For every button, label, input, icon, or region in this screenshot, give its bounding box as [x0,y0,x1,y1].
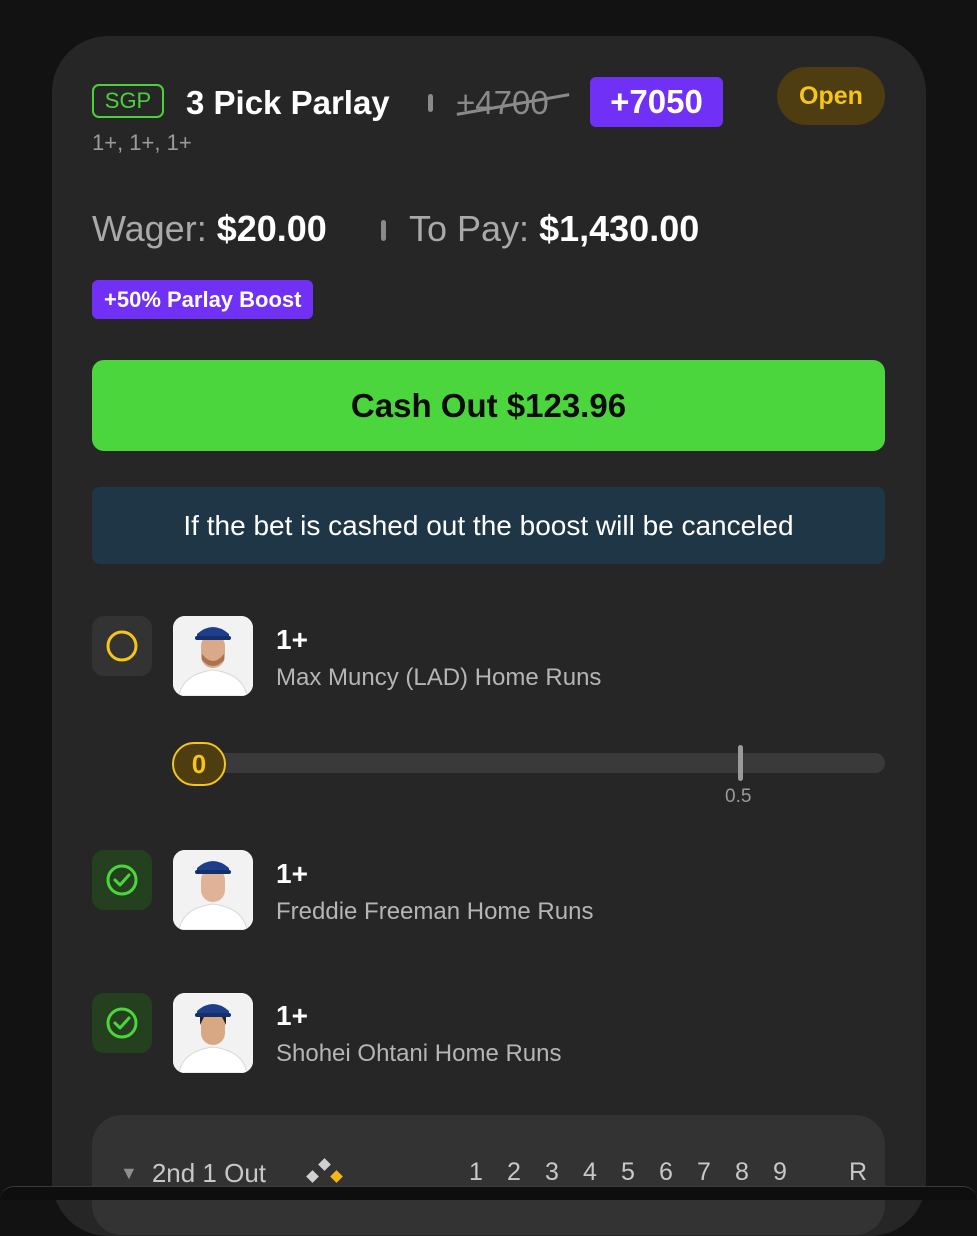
bet-subtitle: 1+, 1+, 1+ [92,130,192,155]
inning-col-7: 7 [697,1158,711,1186]
bottom-sheet-edge [0,1186,977,1200]
inning-col-4: 4 [583,1158,597,1186]
to-pay-value: $1,430.00 [539,208,700,249]
inning-status[interactable]: ▼ 2nd 1 Out [120,1158,266,1189]
target-label: 0.5 [725,786,752,807]
inning-col-6: 6 [659,1158,673,1186]
player-photo [173,616,253,696]
leg-2-line: 1+ [276,858,308,889]
title-divider [428,94,433,112]
parlay-boost-badge: +50% Parlay Boost [92,280,314,319]
player-avatar-muncy [173,616,253,696]
leg-1-status [92,616,152,676]
inning-col-5: 5 [621,1158,635,1186]
leg-1-description: Max Muncy (LAD) Home Runs [276,664,602,691]
to-pay-label: To Pay: [409,208,530,249]
inning-col-1: 1 [469,1158,483,1186]
leg-3-status [92,993,152,1053]
player-photo [173,850,253,930]
sgp-badge: SGP [92,84,164,118]
inning-col-9: 9 [773,1158,787,1186]
triangle-down-icon: ▼ [120,1163,138,1183]
leg-1-line: 1+ [276,624,308,655]
boosted-odds: +7050 [590,77,723,127]
target-tick [738,745,743,781]
to-pay: To Pay: $1,430.00 [409,208,699,250]
inning-col-2: 2 [507,1158,521,1186]
player-avatar-freeman [173,850,253,930]
cash-out-button[interactable]: Cash Out $123.96 [92,360,885,451]
wager-value: $20.00 [216,208,327,249]
leg-2-description: Freddie Freeman Home Runs [276,898,594,925]
bet-title: 3 Pick Parlay [186,84,390,121]
player-photo [173,993,253,1073]
progress-track [173,753,885,773]
inning-text: 2nd 1 Out [151,1158,267,1188]
wager-divider [381,220,386,241]
boost-notice: If the bet is cashed out the boost will … [92,487,885,564]
wager: Wager: $20.00 [92,208,327,250]
player-avatar-ohtani [173,993,253,1073]
inning-col-8: 8 [735,1158,749,1186]
check-circle-icon [106,864,138,896]
progress-current-value: 0 [172,742,226,786]
wager-label: Wager: [92,208,207,249]
leg-3-line: 1+ [276,1000,308,1031]
leg-2-status [92,850,152,910]
leg-3-description: Shohei Ohtani Home Runs [276,1040,562,1067]
original-odds: +4700 [456,84,549,121]
runs-column: R [849,1158,868,1186]
bases-diamond-icon [306,1158,343,1183]
check-circle-icon [106,1007,138,1039]
inning-col-3: 3 [545,1158,559,1186]
status-badge: Open [777,67,885,125]
pending-circle-icon [106,630,138,662]
